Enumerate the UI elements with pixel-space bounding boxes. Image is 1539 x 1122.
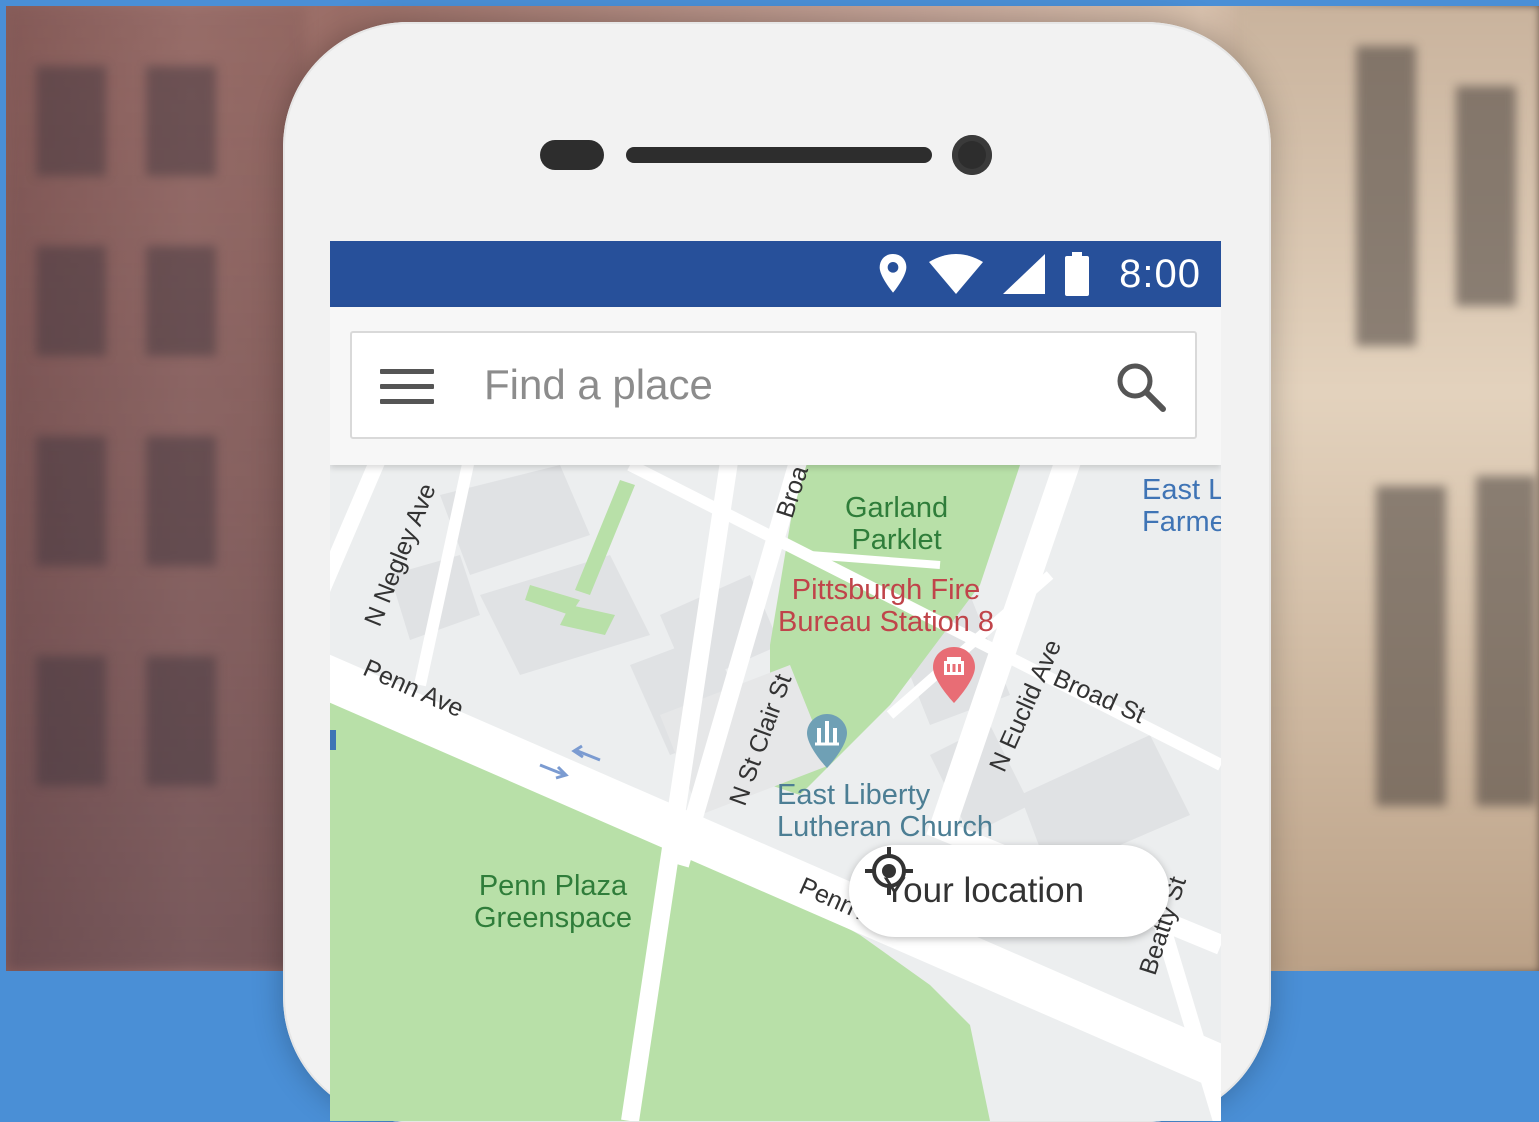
- cell-signal-icon: [1003, 254, 1046, 294]
- fire-station-pin-icon[interactable]: [930, 645, 978, 705]
- search-input[interactable]: [484, 355, 1084, 415]
- proximity-sensor: [540, 140, 604, 170]
- menu-icon[interactable]: [380, 369, 434, 405]
- map-label-east-liberty-farmers[interactable]: East L Farme: [1142, 474, 1221, 539]
- search-box: [350, 331, 1197, 439]
- map-view[interactable]: Garland Parklet Pittsburgh Fire Bureau S…: [330, 465, 1221, 1121]
- front-camera: [952, 135, 992, 175]
- battery-icon: [1065, 252, 1090, 296]
- search-bar-container: [330, 307, 1221, 465]
- map-label-fire-station[interactable]: Pittsburgh Fire Bureau Station 8: [778, 574, 994, 639]
- phone-screen: 8:00 Find a place Garland Parklet Pittsb…: [330, 241, 1221, 1121]
- location-pin-icon: [879, 254, 907, 293]
- status-bar: 8:00: [330, 241, 1221, 307]
- map-label-church[interactable]: East Liberty Lutheran Church: [777, 779, 993, 844]
- phone-device: 8:00 Find a place Garland Parklet Pittsb…: [283, 22, 1271, 1122]
- clock: 8:00: [1119, 251, 1201, 296]
- your-location-button[interactable]: Your location: [849, 845, 1169, 937]
- church-pin-icon[interactable]: [805, 712, 849, 770]
- map-label-garland-parklet[interactable]: Garland Parklet: [845, 492, 948, 557]
- map-label-penn-plaza[interactable]: Penn Plaza Greenspace: [474, 870, 632, 935]
- search-icon[interactable]: [1115, 361, 1167, 413]
- earpiece-speaker: [626, 147, 932, 163]
- map-canvas: [330, 465, 1221, 1121]
- crosshair-icon: [865, 847, 913, 895]
- wifi-icon: [929, 254, 984, 294]
